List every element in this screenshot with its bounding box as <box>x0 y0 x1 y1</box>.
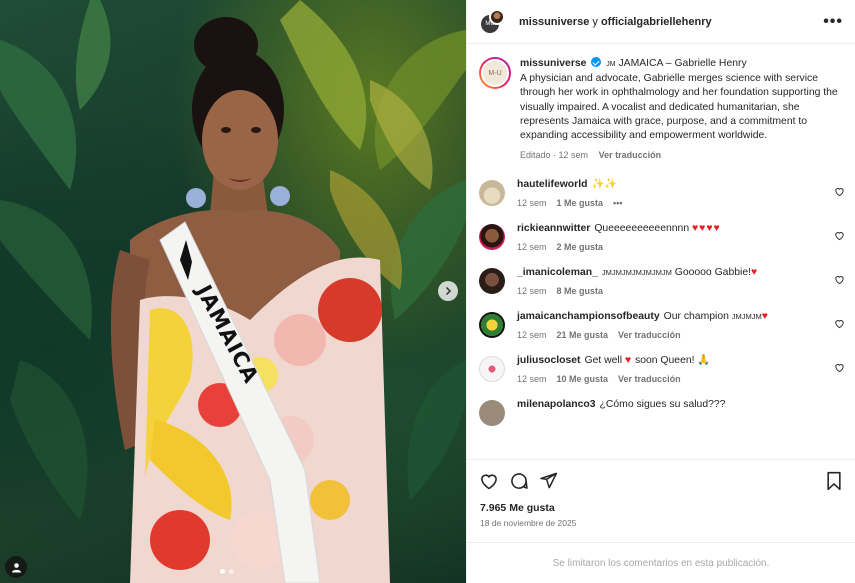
comment-username[interactable]: jamaicanchampionsofbeauty <box>517 311 660 322</box>
heart-icon[interactable] <box>834 362 845 373</box>
comment-time: 12 sem <box>517 198 547 209</box>
caption-meta: Editado · 12 sem Ver traducción <box>520 150 843 160</box>
comment-text-cont: soon Queen! 🙏 <box>635 355 711 367</box>
avatar[interactable] <box>479 400 505 427</box>
bookmark-icon <box>827 471 841 490</box>
collab-avatars[interactable]: MU <box>479 7 509 37</box>
post-header: MU missuniverse y officialgabriellehenry… <box>467 0 855 44</box>
comment-item: _imanicoleman_ JMJMJMJMJMJMJM Gooooo Gabb… <box>467 266 855 296</box>
likes-count[interactable]: 7.965 Me gusta <box>480 502 555 514</box>
comment-item: hautelifeworld ✨✨ 12 sem 1 Me gusta ••• <box>467 178 855 208</box>
like-button[interactable] <box>479 471 499 491</box>
comment-text: Get well <box>584 355 623 367</box>
username-separator: y <box>589 15 601 28</box>
comment-time: 12 sem <box>517 330 547 341</box>
username-link[interactable]: officialgabriellehenry <box>601 16 712 28</box>
comment-more-button[interactable]: ••• <box>613 198 622 208</box>
comment-flag-text: JMJMJM <box>731 312 762 322</box>
comment-likes[interactable]: 10 Me gusta <box>557 374 609 384</box>
comment-button[interactable] <box>509 471 529 491</box>
comment-text: Gooooo Gabbie! <box>674 267 751 279</box>
comment-username[interactable]: juliusocloset <box>517 355 581 366</box>
avatar-logo: M◦U <box>481 59 509 87</box>
comment-likes[interactable]: 1 Me gusta <box>557 198 604 208</box>
avatar[interactable] <box>479 268 505 295</box>
heart-emoji: ♥ <box>624 355 633 367</box>
comment-text: Queeeeeeeeeennnn <box>594 223 690 235</box>
heart-emoji: ♥♥♥♥ <box>692 223 721 235</box>
comment-item: rickieannwitter Queeeeeeeeeennnn ♥♥♥♥ 12 … <box>467 222 855 252</box>
comment-username[interactable]: milenapolanco3 <box>517 399 596 410</box>
comment-item: juliusocloset Get well ♥ soon Queen! 🙏 12… <box>467 354 855 384</box>
caption-text: missuniverse JM JAMAICA – Gabrielle Henr… <box>520 57 843 143</box>
username-link[interactable]: missuniverse <box>519 16 589 28</box>
more-options-button[interactable]: ••• <box>823 13 843 31</box>
slide-indicator <box>220 569 234 574</box>
comment-item: milenapolanco3 ¿Cómo sigues su salud??? <box>467 398 855 427</box>
avatar[interactable] <box>479 312 505 339</box>
post-photo: JAMAICA <box>0 0 466 583</box>
avatar[interactable] <box>479 224 505 251</box>
heart-emoji: ♥ <box>751 267 759 279</box>
comment-time: 12 sem <box>517 374 547 385</box>
translate-link[interactable]: Ver traducción <box>599 150 662 160</box>
comment-time: 12 sem <box>517 242 547 253</box>
avatar[interactable] <box>479 356 505 383</box>
comment-text: ✨✨ <box>591 179 618 191</box>
translate-link[interactable]: Ver traducción <box>618 330 681 340</box>
comment-likes[interactable]: 8 Me gusta <box>557 286 604 296</box>
comment-time: 12 sem <box>517 286 547 297</box>
heart-icon[interactable] <box>834 230 845 241</box>
post-details-panel: MU missuniverse y officialgabriellehenry… <box>466 0 855 583</box>
slide-dot <box>229 569 234 574</box>
comment-item: jamaicanchampionsofbeauty Our champion JM… <box>467 310 855 340</box>
share-button[interactable] <box>539 471 558 490</box>
comment-text: ¿Cómo sigues su salud??? <box>599 399 726 411</box>
heart-icon[interactable] <box>834 274 845 285</box>
post-actions-bar <box>467 459 855 501</box>
heart-icon <box>481 473 497 489</box>
comment-likes[interactable]: 2 Me gusta <box>557 242 604 252</box>
post-caption: M◦U missuniverse JM JAMAICA – Gabrielle … <box>467 45 855 160</box>
avatar <box>489 8 505 25</box>
comments-scroll-area[interactable]: M◦U missuniverse JM JAMAICA – Gabrielle … <box>467 45 855 458</box>
avatar[interactable] <box>479 180 505 207</box>
send-icon <box>540 472 558 489</box>
slide-dot <box>220 569 225 574</box>
save-button[interactable] <box>825 471 843 491</box>
chevron-right-icon <box>445 286 452 296</box>
comment-username[interactable]: rickieannwitter <box>517 223 590 234</box>
comments-closed-notice: Se limitaron los comentarios en esta pub… <box>467 542 855 583</box>
post-date: 18 de noviembre de 2025 <box>480 518 577 528</box>
heart-icon[interactable] <box>834 318 845 329</box>
comment-username[interactable]: hautelifeworld <box>517 179 587 190</box>
caption-username[interactable]: missuniverse <box>520 58 586 69</box>
avatar[interactable]: M◦U <box>479 57 511 89</box>
collab-usernames: missuniverse y officialgabriellehenry <box>519 16 823 28</box>
verified-badge-icon <box>591 57 602 67</box>
translate-link[interactable]: Ver traducción <box>618 374 681 384</box>
heart-emoji: ♥ <box>761 311 769 323</box>
heart-icon[interactable] <box>834 186 845 197</box>
tagged-users-button[interactable] <box>5 556 27 578</box>
post-media[interactable]: JAMAICA <box>0 0 466 583</box>
comment-text: Our champion <box>663 311 729 323</box>
comment-username[interactable]: _imanicoleman_ <box>517 267 598 278</box>
user-icon <box>11 562 21 572</box>
comment-flag-text: JMJMJMJMJMJMJM <box>601 268 672 278</box>
comment-likes[interactable]: 21 Me gusta <box>557 330 609 340</box>
next-slide-button[interactable] <box>438 281 458 301</box>
country-code: JM <box>606 61 616 68</box>
comment-bubble-icon <box>511 472 528 489</box>
caption-title: JAMAICA – Gabrielle Henry <box>618 58 747 69</box>
edited-label: Editado · 12 sem <box>520 150 589 161</box>
caption-body: A physician and advocate, Gabrielle merg… <box>520 73 838 142</box>
